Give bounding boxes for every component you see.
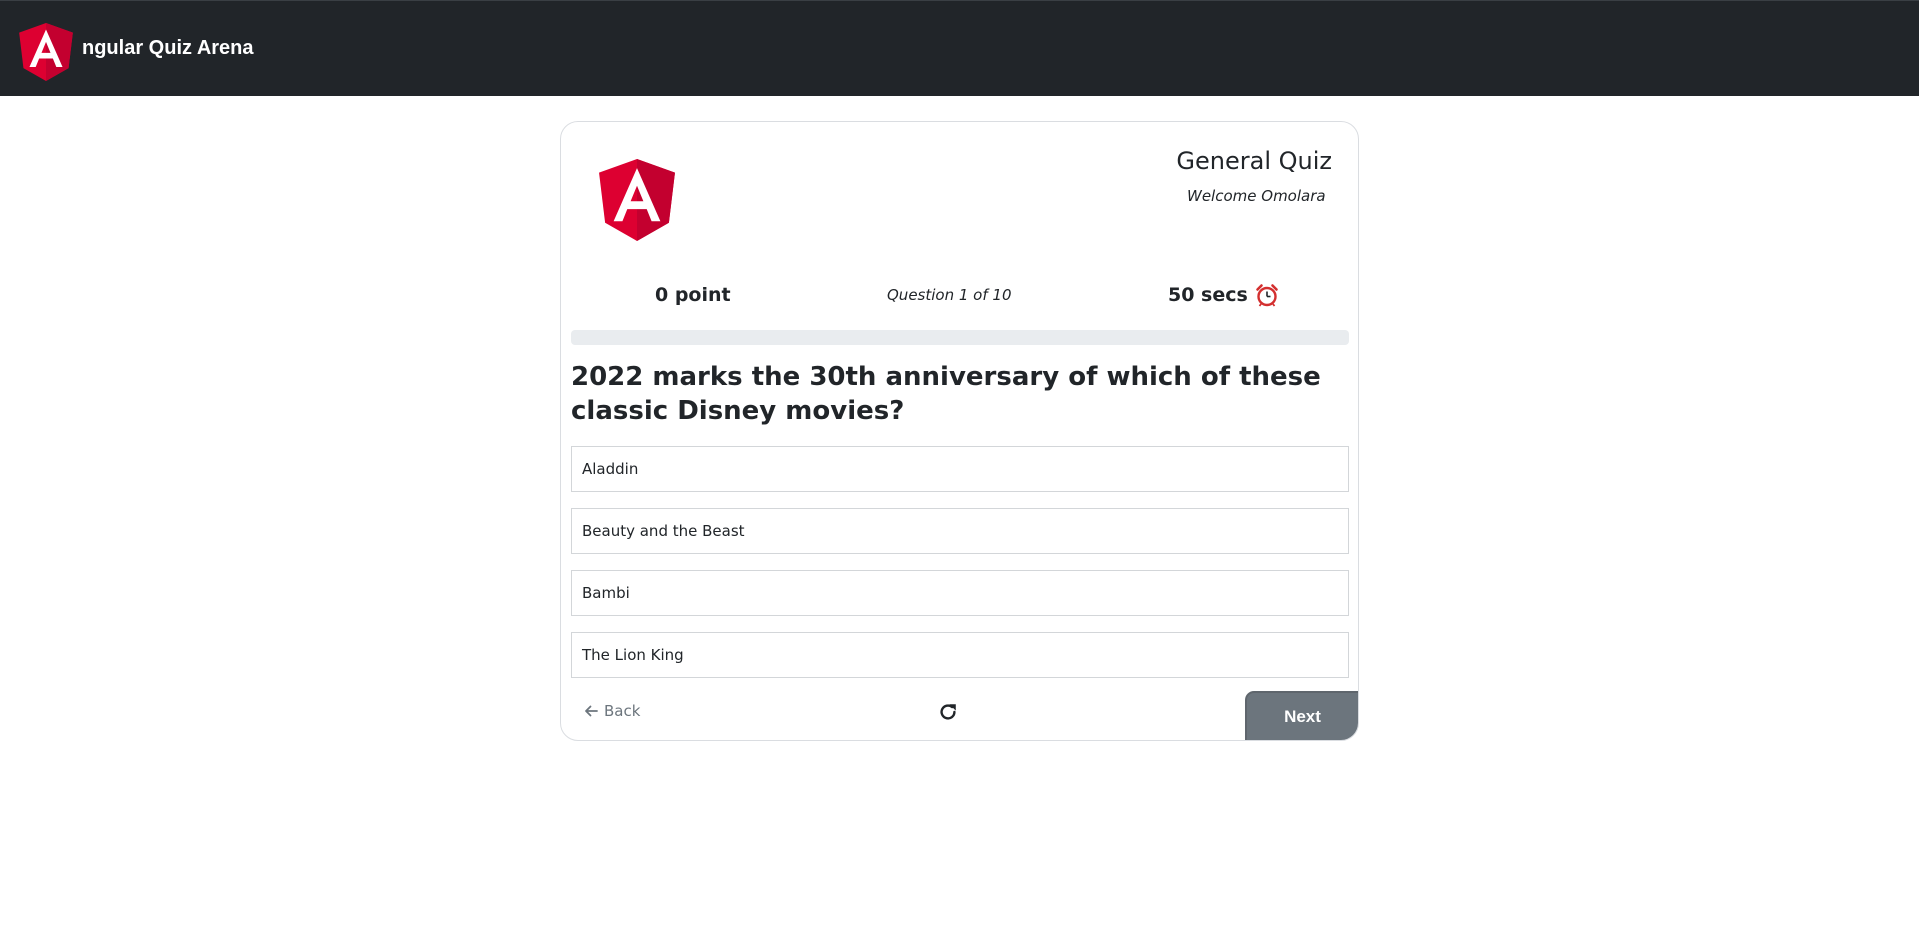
welcome-message: Welcome Omolara: [1187, 187, 1326, 205]
progress-bar: [571, 330, 1349, 345]
alarm-clock-icon: [1256, 284, 1278, 307]
angular-logo-icon: [599, 159, 675, 241]
app-title[interactable]: ngular Quiz Arena: [82, 35, 254, 61]
question-text: 2022 marks the 30th anniversary of which…: [571, 362, 1321, 426]
timer-text: 50 secs: [1168, 284, 1248, 306]
answer-option-label: The Lion King: [582, 646, 684, 664]
answer-option[interactable]: Bambi: [571, 570, 1349, 616]
quiz-title: General Quiz: [1176, 147, 1332, 175]
top-navbar: ngular Quiz Arena: [0, 0, 1919, 96]
back-button[interactable]: Back: [583, 702, 640, 720]
back-button-label: Back: [604, 702, 641, 720]
answer-option-label: Aladdin: [582, 460, 639, 478]
answer-option[interactable]: Aladdin: [571, 446, 1349, 492]
angular-logo-icon[interactable]: [19, 23, 73, 81]
answer-option[interactable]: The Lion King: [571, 632, 1349, 678]
answer-option[interactable]: Beauty and the Beast: [571, 508, 1349, 554]
answer-option-label: Beauty and the Beast: [582, 522, 745, 540]
score-points: 0 point: [655, 284, 731, 306]
next-button[interactable]: Next: [1245, 691, 1358, 740]
arrow-left-icon: [585, 705, 598, 717]
quiz-card: General Quiz Welcome Omolara 0 point Que…: [560, 121, 1359, 741]
refresh-icon[interactable]: [937, 701, 959, 723]
countdown-timer: 50 secs: [1168, 282, 1279, 308]
answer-option-label: Bambi: [582, 584, 630, 602]
question-counter: Question 1 of 10: [887, 286, 1012, 304]
